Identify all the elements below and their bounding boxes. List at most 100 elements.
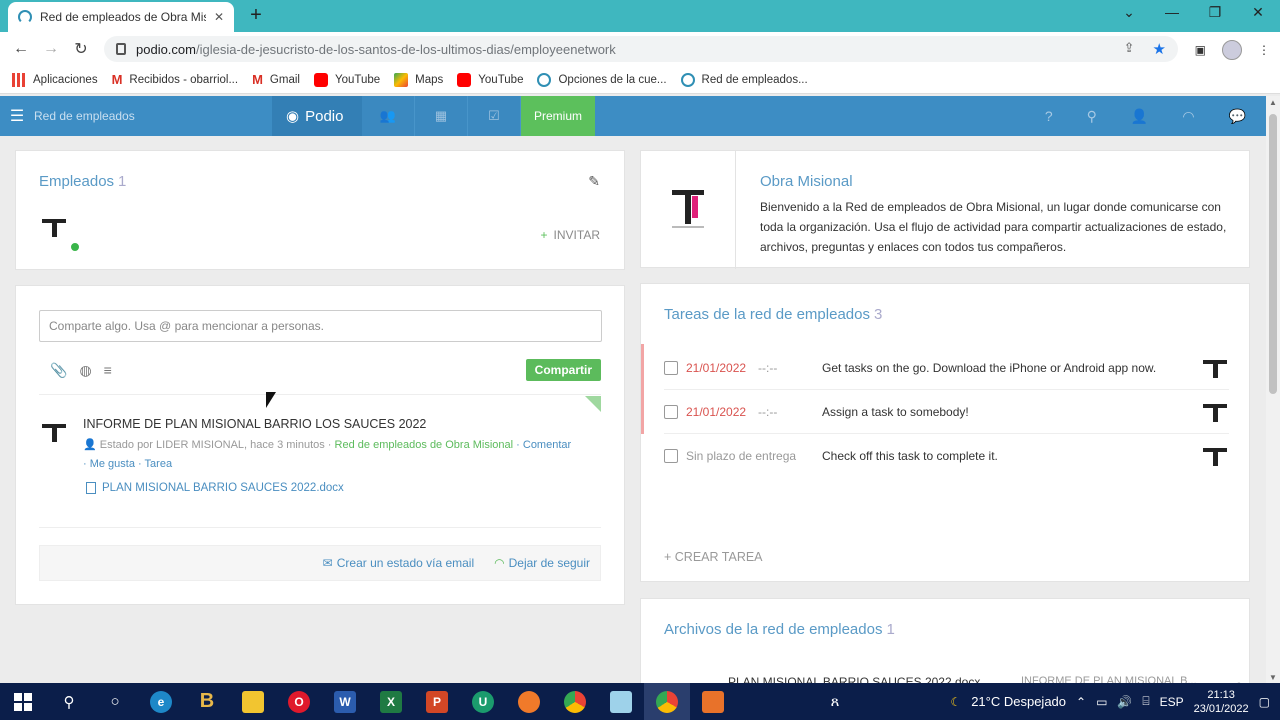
email-status-link[interactable]: ✉ Crear un estado vía email bbox=[323, 556, 474, 570]
unfollow-link[interactable]: ◠ Dejar de seguir bbox=[494, 556, 590, 570]
start-button[interactable] bbox=[0, 683, 46, 720]
close-tab-icon[interactable]: ✕ bbox=[214, 10, 224, 24]
org-logo[interactable] bbox=[641, 151, 736, 269]
edge-icon[interactable]: e bbox=[138, 683, 184, 720]
notepad-icon[interactable] bbox=[598, 683, 644, 720]
bookmark-red-empleados[interactable]: Red de empleados... bbox=[680, 72, 808, 87]
pin-icon[interactable]: ✎ bbox=[588, 173, 600, 190]
cortana-icon[interactable]: ○ bbox=[92, 683, 138, 720]
bookmark-youtube-2[interactable]: YouTube bbox=[457, 72, 523, 87]
task-checkbox[interactable] bbox=[664, 449, 678, 463]
battery-icon[interactable]: ▭ bbox=[1096, 695, 1107, 709]
task-link[interactable]: · Tarea bbox=[138, 458, 172, 470]
scroll-down-icon[interactable]: ▼ bbox=[1266, 673, 1280, 682]
bookmark-maps[interactable]: Maps bbox=[394, 72, 443, 87]
u-app-icon[interactable]: U bbox=[460, 683, 506, 720]
tasks-check-icon[interactable]: ☑ bbox=[468, 96, 521, 136]
contacts-icon[interactable]: 👥 bbox=[362, 96, 415, 136]
clock[interactable]: 21:13 23/01/2022 bbox=[1194, 688, 1249, 716]
word-icon[interactable]: W bbox=[322, 683, 368, 720]
chat-icon[interactable]: 💬 bbox=[1229, 108, 1246, 125]
post-space-link[interactable]: Red de empleados de Obra Misional bbox=[335, 439, 514, 451]
task-row[interactable]: 21/01/2022 --:-- Get tasks on the go. Do… bbox=[664, 346, 1229, 390]
share-input[interactable]: Comparte algo. Usa @ para mencionar a pe… bbox=[39, 310, 602, 342]
like-link[interactable]: · Me gusta bbox=[83, 458, 135, 470]
share-button[interactable]: Compartir bbox=[525, 359, 601, 381]
task-checkbox[interactable] bbox=[664, 360, 678, 375]
bookmark-youtube[interactable]: YouTube bbox=[313, 72, 380, 87]
menu-dots-icon[interactable]: ⋮ bbox=[1258, 43, 1270, 57]
close-window-button[interactable]: ✕ bbox=[1246, 4, 1270, 21]
task-row[interactable]: 21/01/2022 --:-- Assign a task to somebo… bbox=[664, 390, 1229, 434]
page-scrollbar[interactable]: ▲ ▼ bbox=[1266, 96, 1280, 684]
calendar-icon[interactable]: ▦ bbox=[415, 96, 468, 136]
opera-icon[interactable]: O bbox=[276, 683, 322, 720]
minimize-button[interactable]: — bbox=[1160, 4, 1184, 20]
address-bar[interactable]: podio.com /iglesia-de-jesucristo-de-los-… bbox=[104, 36, 1178, 62]
activity-feed-icon[interactable]: ◠ bbox=[1182, 108, 1194, 125]
attachment-link[interactable]: PLAN MISIONAL BARRIO SAUCES 2022.docx bbox=[86, 482, 344, 494]
task-text[interactable]: Check off this task to complete it. bbox=[822, 449, 1201, 463]
side-panel-icon[interactable]: ▣ bbox=[1195, 43, 1206, 57]
task-text[interactable]: Assign a task to somebody! bbox=[822, 405, 1201, 419]
screen-recorder-icon[interactable] bbox=[690, 683, 736, 720]
comment-link[interactable]: · Comentar bbox=[516, 439, 571, 451]
bookmark-recibidos[interactable]: M Recibidos - obarriol... bbox=[112, 72, 239, 87]
post-title[interactable]: INFORME DE PLAN MISIONAL BARRIO LOS SAUC… bbox=[83, 417, 426, 431]
hamburger-menu-icon[interactable]: ☰ bbox=[0, 106, 34, 126]
task-checkbox[interactable] bbox=[664, 404, 678, 419]
network-icon[interactable]: ⌸ bbox=[1142, 694, 1149, 709]
weather-text[interactable]: 21°C Despejado bbox=[971, 694, 1066, 709]
lock-icon[interactable] bbox=[116, 43, 126, 55]
bookmark-opciones[interactable]: Opciones de la cue... bbox=[537, 72, 667, 87]
excel-icon[interactable]: X bbox=[368, 683, 414, 720]
app-b-icon[interactable]: B bbox=[184, 683, 230, 720]
reload-icon[interactable]: ↻ bbox=[66, 39, 96, 59]
tab-search-icon[interactable]: ⌄ bbox=[1117, 4, 1141, 21]
attachment-icon[interactable]: 📎 bbox=[50, 362, 67, 379]
task-row[interactable]: Sin plazo de entrega Check off this task… bbox=[664, 434, 1229, 478]
powerpoint-icon[interactable]: P bbox=[414, 683, 460, 720]
people-icon[interactable]: ጸ bbox=[812, 683, 858, 720]
tasks-title[interactable]: Tareas de la red de empleados 3 bbox=[664, 306, 882, 323]
chrome-icon[interactable] bbox=[552, 683, 598, 720]
format-text-icon[interactable]: ≡ bbox=[104, 362, 112, 379]
task-text[interactable]: Get tasks on the go. Download the iPhone… bbox=[822, 361, 1201, 375]
bookmark-star-icon[interactable]: ★ bbox=[1153, 40, 1166, 58]
bookmark-gmail[interactable]: M Gmail bbox=[252, 72, 300, 87]
browser-tab[interactable]: Red de empleados de Obra Misio ✕ bbox=[8, 2, 234, 32]
post-author-avatar[interactable] bbox=[40, 420, 68, 444]
files-title[interactable]: Archivos de la red de empleados 1 bbox=[664, 621, 895, 638]
employee-avatar[interactable] bbox=[40, 215, 80, 253]
bookmark-apps[interactable]: Aplicaciones bbox=[12, 72, 98, 87]
scroll-up-icon[interactable]: ▲ bbox=[1266, 98, 1280, 107]
language-indicator[interactable]: ESP bbox=[1160, 695, 1184, 709]
org-title[interactable]: Obra Misional bbox=[760, 173, 853, 190]
forward-icon[interactable]: → bbox=[36, 40, 66, 58]
user-menu-icon[interactable]: 👤 bbox=[1131, 108, 1148, 125]
chrome-active-icon[interactable] bbox=[644, 683, 690, 720]
tray-chevron-icon[interactable]: ⌃ bbox=[1076, 695, 1086, 709]
firefox-icon[interactable] bbox=[506, 683, 552, 720]
scroll-thumb[interactable] bbox=[1269, 114, 1277, 394]
profile-avatar[interactable] bbox=[1222, 40, 1242, 60]
task-assignee-avatar[interactable] bbox=[1201, 356, 1229, 380]
create-task-button[interactable]: + CREAR TAREA bbox=[664, 550, 763, 564]
file-explorer-icon[interactable] bbox=[230, 683, 276, 720]
employees-title[interactable]: Empleados 1 bbox=[39, 173, 126, 190]
volume-icon[interactable]: 🔊 bbox=[1117, 695, 1132, 709]
invite-button[interactable]: + INVITAR bbox=[541, 228, 600, 242]
help-icon[interactable]: ? bbox=[1045, 108, 1053, 124]
new-tab-button[interactable]: + bbox=[244, 4, 268, 27]
premium-button[interactable]: Premium bbox=[521, 96, 596, 136]
podio-logo[interactable]: ◉ Podio bbox=[272, 96, 362, 136]
search-icon[interactable]: ⚲ bbox=[46, 683, 92, 720]
globe-icon[interactable]: ◍ bbox=[79, 362, 91, 379]
notifications-icon[interactable]: ▢ bbox=[1259, 695, 1270, 709]
back-icon[interactable]: ← bbox=[6, 40, 36, 58]
task-assignee-avatar[interactable] bbox=[1201, 444, 1229, 468]
share-icon[interactable]: ⇪ bbox=[1124, 40, 1135, 58]
workspace-name[interactable]: Red de empleados bbox=[34, 109, 272, 123]
task-assignee-avatar[interactable] bbox=[1201, 400, 1229, 424]
search-icon[interactable]: ⚲ bbox=[1087, 108, 1097, 125]
